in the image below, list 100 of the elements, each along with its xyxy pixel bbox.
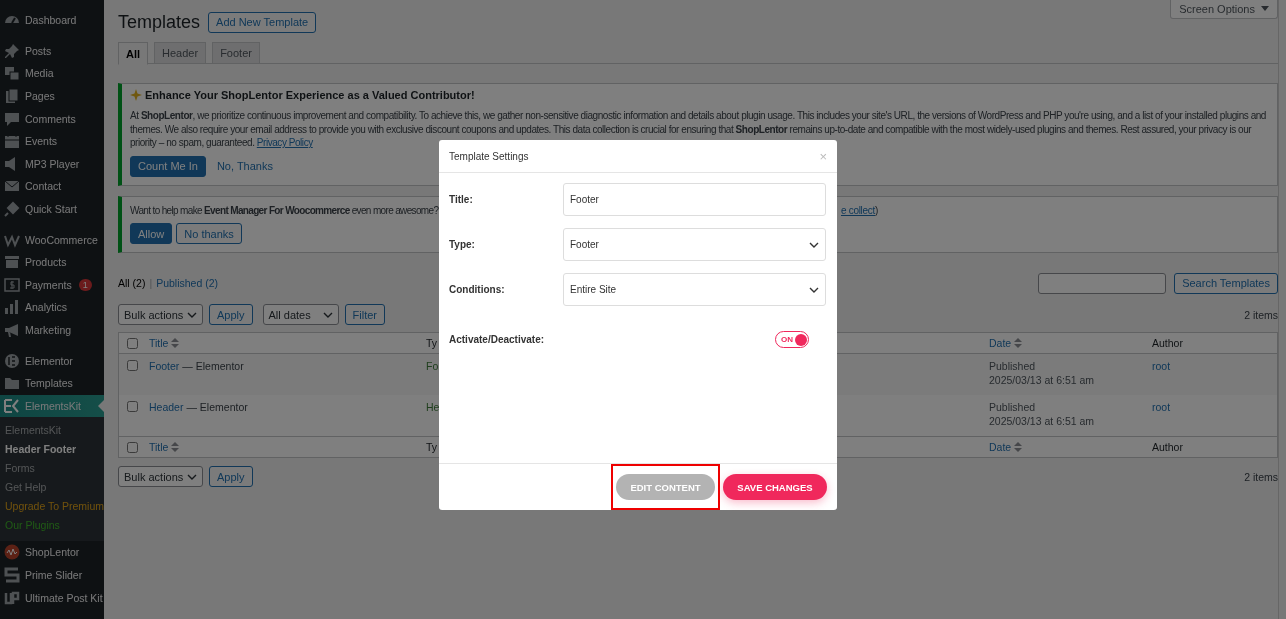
date-text: 2025/03/13 at 6:51 am [989, 415, 1095, 427]
menu-item[interactable]: Payments 1 [0, 273, 104, 297]
menu-item[interactable]: Marketing [0, 318, 104, 342]
menu-item[interactable]: Pages [0, 84, 104, 108]
template-title-link[interactable]: Footer [149, 360, 180, 372]
up-logo-icon [4, 589, 20, 606]
dollar-icon [4, 276, 20, 293]
column-header[interactable]: Title [149, 441, 169, 453]
menu-item[interactable]: Media [0, 62, 104, 85]
close-button[interactable]: × [819, 148, 827, 164]
sparkle-icon [130, 89, 142, 101]
menu-item[interactable]: Quick Start [0, 197, 104, 221]
toggle-switch[interactable]: ON [775, 331, 809, 348]
table-cell: He [426, 401, 440, 413]
notice-button[interactable]: No thanks [176, 223, 242, 244]
menu-item[interactable]: Prime Slider [0, 563, 104, 587]
column-header[interactable]: Date [989, 337, 1012, 349]
checkbox[interactable] [127, 401, 138, 412]
menu-item[interactable]: ElementsKit [0, 394, 104, 418]
collect-link[interactable]: e collect [841, 204, 875, 216]
screen-options-tab[interactable]: Screen Options [1170, 0, 1278, 19]
status-text: Published [989, 360, 1036, 372]
save-button[interactable]: SAVE CHANGES [723, 474, 827, 500]
field-label: Conditions: [449, 284, 506, 295]
submenu-item[interactable]: Upgrade To Premium [0, 497, 104, 517]
select-field[interactable]: Footer [563, 228, 826, 261]
column-header[interactable]: Date [989, 441, 1012, 453]
media-icon [4, 65, 20, 82]
menu-item[interactable]: Dashboard [0, 9, 104, 32]
field-label: Title: [449, 194, 474, 205]
column-header: Ty [426, 441, 438, 453]
menu-item[interactable]: Ultimate Post Kit [0, 586, 104, 609]
submenu-item[interactable]: Header Footer [0, 440, 104, 460]
dropdown[interactable]: Bulk actions [118, 304, 203, 325]
bar-chart-icon [4, 299, 20, 316]
submenu-item[interactable]: Our Plugins [0, 516, 104, 536]
menu-item[interactable]: Comments [0, 107, 104, 130]
pages-icon [4, 88, 20, 105]
author-link[interactable]: root [1152, 360, 1171, 372]
tab[interactable]: Header [154, 42, 207, 64]
notice-button[interactable]: Allow [130, 223, 173, 244]
filter-button[interactable]: Filter [344, 304, 385, 325]
notification-badge: 1 [78, 278, 92, 291]
checkbox[interactable] [127, 337, 138, 349]
menu-item[interactable]: Templates [0, 371, 104, 395]
search-field[interactable] [1038, 272, 1167, 294]
notice-button[interactable]: Count Me In [130, 155, 206, 177]
chevron-icon [809, 241, 819, 248]
menu-item[interactable]: WooCommerce [0, 228, 104, 251]
menu-item[interactable]: Elementor [0, 349, 104, 372]
notice-title: Enhance Your ShopLentor Experience as a Valued Contributor! [145, 89, 475, 101]
date-text: 2025/03/13 at 6:51 am [989, 374, 1095, 386]
add-new-button[interactable]: Add New Template [208, 11, 317, 33]
menu-item[interactable]: Posts [0, 39, 104, 63]
chevron-icon [187, 473, 197, 480]
column-header: Author [1152, 441, 1183, 453]
menu-item[interactable]: Contact [0, 175, 104, 198]
tab[interactable]: All [118, 42, 149, 65]
box-icon [4, 254, 20, 271]
submenu-item[interactable]: ElementsKit [0, 421, 104, 441]
column-header[interactable]: Title [149, 337, 169, 349]
submenu-item[interactable]: Get Help [0, 478, 104, 498]
title-field[interactable]: Footer [563, 183, 826, 216]
dropdown[interactable]: Bulk actions [118, 466, 203, 487]
apply-button[interactable]: Apply [209, 466, 253, 487]
search-button[interactable]: Search Templates [1174, 272, 1278, 294]
dismiss-link[interactable]: No, Thanks [209, 155, 280, 177]
item-count: 2 items [1244, 470, 1278, 483]
caret-icon [1261, 6, 1269, 12]
checkbox[interactable] [127, 360, 138, 371]
builder-text: — Elementor [186, 401, 248, 413]
table-cell: Fo [426, 360, 439, 372]
column-header: Ty [426, 337, 438, 349]
checkbox[interactable] [127, 441, 138, 453]
edit-button[interactable]: EDIT CONTENT [616, 474, 715, 500]
submenu-item[interactable]: Forms [0, 459, 104, 479]
menu-item[interactable]: MP3 Player [0, 152, 104, 176]
column-header: Author [1152, 337, 1183, 349]
tab[interactable]: Footer [212, 42, 260, 64]
author-link[interactable]: root [1152, 401, 1171, 413]
calendar-icon [4, 133, 20, 150]
menu-item[interactable]: ShopLentor [0, 541, 104, 564]
field-label: Type: [449, 239, 476, 250]
view-filter-link[interactable]: All (2) [118, 277, 146, 289]
privacy-policy-link[interactable]: Privacy Policy [256, 137, 313, 148]
e-logo-icon [4, 352, 20, 369]
select-field[interactable]: Entire Site [563, 273, 826, 306]
ek-logo-icon [4, 397, 20, 414]
dialog-title: Template Settings [449, 150, 529, 162]
apply-button[interactable]: Apply [209, 304, 253, 325]
dropdown[interactable]: All dates [262, 304, 339, 325]
field-label: Activate/Deactivate: [449, 334, 546, 345]
notice-text: Want to help make Event Manager For Woocommerce even more awesome? [130, 203, 440, 217]
template-title-link[interactable]: Header [149, 401, 184, 413]
folder-icon [4, 375, 20, 392]
chevron-icon [809, 286, 819, 293]
menu-item[interactable]: Events [0, 129, 104, 153]
view-filter-link[interactable]: Published (2) [156, 277, 219, 289]
menu-item[interactable]: Products [0, 250, 104, 274]
menu-item[interactable]: Analytics [0, 296, 104, 319]
